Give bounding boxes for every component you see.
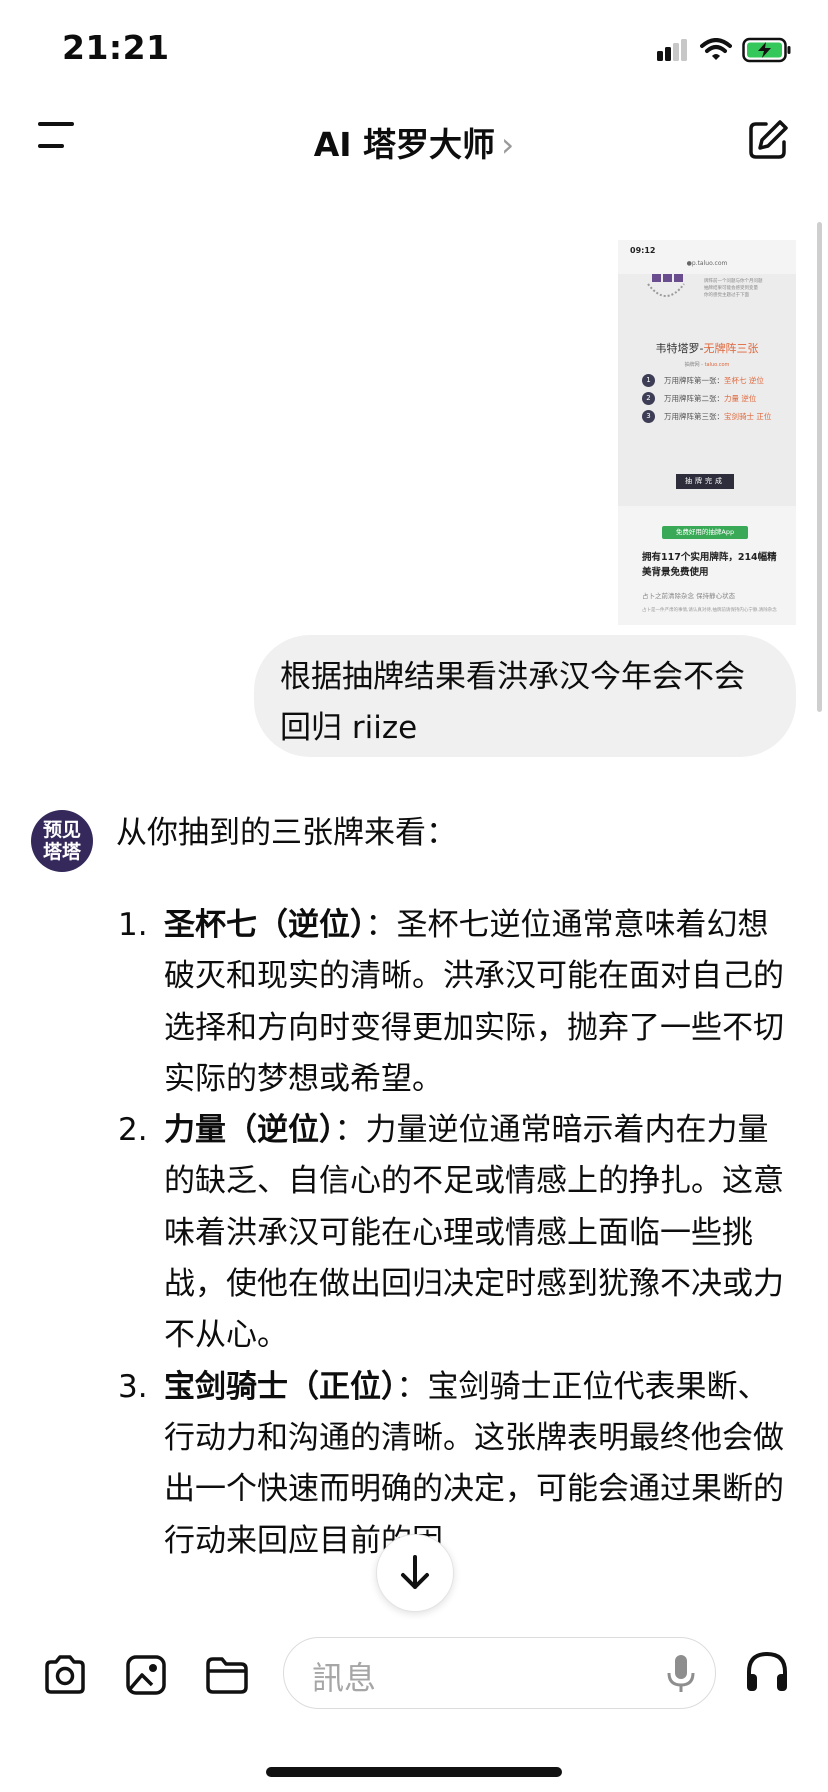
new-chat-icon[interactable] <box>746 118 790 162</box>
message-placeholder: 訊息 <box>312 1659 377 1697</box>
assistant-intro: 从你抽到的三张牌来看： <box>116 815 457 851</box>
arrow-down-icon <box>401 1555 429 1589</box>
scrollbar[interactable] <box>817 222 822 712</box>
photo-icon[interactable] <box>122 1651 170 1699</box>
thumb-url: ●p.taluo.com <box>686 260 728 267</box>
assistant-avatar[interactable]: 预见 塔塔 <box>31 810 93 872</box>
wifi-icon <box>700 38 732 60</box>
tarot-cards-decoration-icon <box>647 274 685 297</box>
status-icons <box>656 36 792 64</box>
assistant-message: 从你抽到的三张牌来看： 1. 圣杯七（逆位）：圣杯七逆位通常意味着幻想破灭和现实的… <box>116 808 784 1567</box>
list-item: 1. 圣杯七（逆位）：圣杯七逆位通常意味着幻想破灭和现实的清晰。洪承汉可能在面对自… <box>118 907 784 1097</box>
thumb-tip: 占卜之前清除杂念 保持静心状态 <box>642 592 736 600</box>
thumb-done-button: 抽牌完成 <box>676 474 734 489</box>
chat-title-text: AI 塔罗大师 <box>313 125 496 164</box>
folder-icon[interactable] <box>203 1651 251 1699</box>
scroll-to-bottom-button[interactable] <box>376 1534 454 1612</box>
tarot-reading-list: 1. 圣杯七（逆位）：圣杯七逆位通常意味着幻想破灭和现实的清晰。洪承汉可能在面对自… <box>116 900 784 1567</box>
thumb-notice: 牌阵前一个问题与你个月问题 抽牌结果可能会感受到变量 你的感觉主题过于下面 <box>704 279 763 298</box>
microphone-icon[interactable] <box>667 1654 695 1694</box>
headphones-icon[interactable] <box>744 1648 790 1694</box>
message-input[interactable]: 訊息 <box>283 1637 716 1709</box>
attached-screenshot[interactable]: 09:12 ●p.taluo.com 牌阵前一个问题与你个月问题 抽牌结果可能会… <box>618 240 796 625</box>
chevron-right-icon: › <box>501 125 515 164</box>
status-time: 21:21 <box>62 28 170 67</box>
user-message-bubble: 根据抽牌结果看洪承汉今年会不会回归 riize <box>254 635 796 757</box>
thumb-fine-print: 占卜是一件严肃的事情,请认真对待,抽牌前请保持内心宁静,清除杂念 <box>642 608 777 613</box>
thumb-status-time: 09:12 <box>630 246 656 255</box>
thumb-source: 抽牌网 - taluo.com <box>684 362 730 368</box>
thumb-app-button: 免费好用的抽牌App <box>662 526 748 539</box>
cellular-signal-icon <box>657 39 687 61</box>
chat-title[interactable]: AI 塔罗大师 › <box>0 118 828 166</box>
thumb-card: 牌阵前一个问题与你个月问题 抽牌结果可能会感受到变量 你的感觉主题过于下面 韦特… <box>618 274 796 506</box>
thumb-promo: 拥有117个实用牌阵，214幅精美背景免费使用 <box>642 552 777 578</box>
battery-charging-icon <box>742 37 791 63</box>
list-item: 2. 力量（逆位）：力量逆位通常暗示着内在力量的缺乏、自信心的不足或情感上的挣扎。… <box>118 1112 784 1354</box>
home-indicator <box>266 1767 562 1777</box>
thumb-title: 韦特塔罗-无牌阵三张 <box>655 342 759 355</box>
list-item: 3. 宝剑骑士（正位）：宝剑骑士正位代表果断、行动力和沟通的清晰。这张牌表明最终他… <box>118 1368 784 1559</box>
camera-icon[interactable] <box>41 1651 89 1699</box>
